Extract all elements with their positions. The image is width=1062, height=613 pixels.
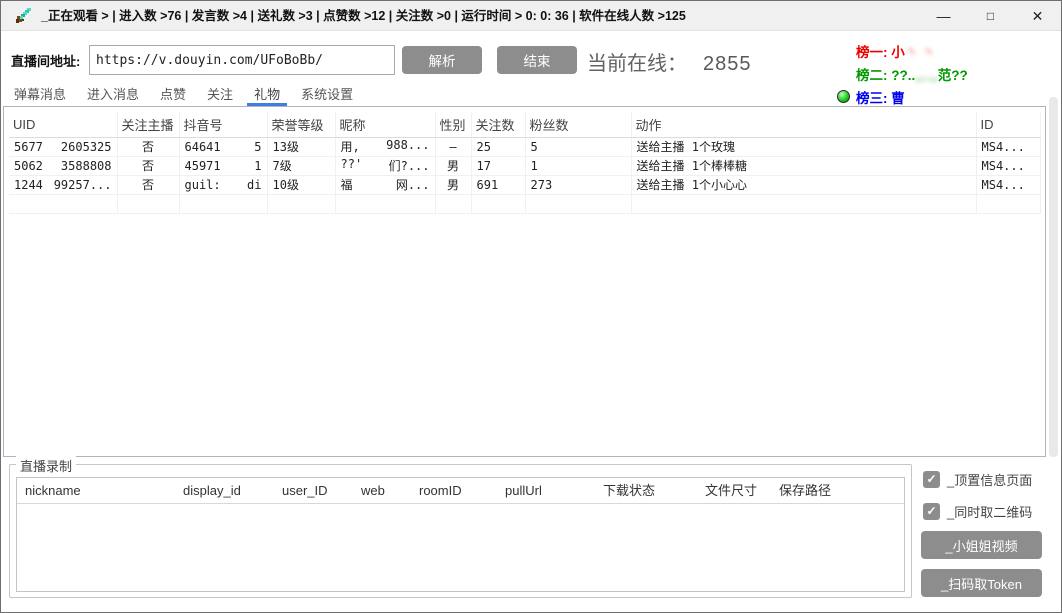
gift-cell: 福网...: [335, 175, 435, 194]
gift-cell: 691: [471, 175, 525, 194]
recording-table-header: nicknamedisplay_iduser_IDwebroomIDpullUr…: [17, 478, 904, 504]
tab-5[interactable]: 系统设置: [294, 85, 360, 106]
online-counter: 当前在线： 2855: [587, 47, 752, 76]
recording-column-header[interactable]: roomID: [411, 478, 497, 503]
option-label: _顶置信息页面: [947, 470, 1032, 489]
gift-cell: MS4...: [976, 156, 1040, 175]
recording-column-header[interactable]: 保存路径: [771, 478, 904, 503]
recording-column-header[interactable]: 下载状态: [595, 478, 697, 503]
online-count: 2855: [703, 53, 752, 75]
minimize-button[interactable]: —: [920, 1, 967, 31]
recording-group-label: 直播录制: [16, 456, 76, 475]
tab-0[interactable]: 弹幕消息: [7, 85, 73, 106]
tab-1[interactable]: 进入消息: [80, 85, 146, 106]
gift-cell: 13级: [267, 137, 335, 156]
gift-panel: UID关注主播抖音号荣誉等级昵称性别关注数粉丝数动作ID 56772605325…: [3, 106, 1046, 457]
rank-list: 榜一: 小丶 丶榜二: ??..,,..,,范??榜三: 曹: [856, 41, 968, 110]
gift-cell: 送给主播 1个棒棒糖: [631, 156, 976, 175]
gift-cell: 25: [471, 137, 525, 156]
gift-cell: 否: [117, 137, 179, 156]
recording-column-header[interactable]: nickname: [17, 478, 175, 503]
sword-icon: [14, 7, 33, 26]
recording-column-header[interactable]: web: [353, 478, 411, 503]
rank-2: 榜二: ??..,,..,,范??: [856, 64, 968, 87]
maximize-button[interactable]: □: [967, 1, 1014, 31]
checkbox-icon[interactable]: ✓: [923, 503, 940, 520]
gift-cell: 17: [471, 156, 525, 175]
column-header[interactable]: 动作: [631, 112, 976, 137]
recording-column-header[interactable]: pullUrl: [497, 478, 595, 503]
room-url-input[interactable]: [89, 45, 395, 75]
gift-cell: 10级: [267, 175, 335, 194]
gift-cell: –: [435, 137, 471, 156]
checkbox-icon[interactable]: ✓: [923, 471, 940, 488]
gift-cell: 7级: [267, 156, 335, 175]
column-header[interactable]: UID: [9, 112, 117, 137]
gift-cell: 送给主播 1个小心心: [631, 175, 976, 194]
column-header[interactable]: 关注数: [471, 112, 525, 137]
recording-column-header[interactable]: 文件尺寸: [697, 478, 771, 503]
gift-table-head-row: UID关注主播抖音号荣誉等级昵称性别关注数粉丝数动作ID: [9, 112, 1040, 137]
gift-row[interactable]: 124499257...否guil:di10级福网...男691273送给主播 …: [9, 175, 1040, 194]
gift-cell: 送给主播 1个玫瑰: [631, 137, 976, 156]
gift-cell: 1: [525, 156, 631, 175]
parse-button[interactable]: 解析: [402, 46, 482, 74]
gift-row[interactable]: 56772605325否64641513级用,988...–255送给主播 1个…: [9, 137, 1040, 156]
option-label: _同时取二维码: [947, 502, 1032, 521]
gift-cell: 5: [525, 137, 631, 156]
option-also-get-qrcode[interactable]: ✓ _同时取二维码: [923, 502, 1032, 521]
tab-2[interactable]: 点赞: [153, 85, 193, 106]
vertical-scrollbar[interactable]: [1049, 97, 1058, 457]
gift-cell: MS4...: [976, 137, 1040, 156]
gift-row[interactable]: 50623588808否4597117级??'们?...男171送给主播 1个棒…: [9, 156, 1040, 175]
room-url-label: 直播间地址:: [11, 51, 80, 70]
rank-1: 榜一: 小丶 丶: [856, 41, 968, 64]
gift-cell: 用,988...: [335, 137, 435, 156]
column-header[interactable]: 荣誉等级: [267, 112, 335, 137]
gift-cell: 124499257...: [9, 175, 117, 194]
gift-cell: guil:di: [179, 175, 267, 194]
close-button[interactable]: ✕: [1014, 1, 1061, 31]
title-bar: _正在观看 > | 进入数 >76 | 发言数 >4 | 送礼数 >3 | 点赞…: [1, 1, 1061, 31]
tab-3[interactable]: 关注: [200, 85, 240, 106]
gift-cell: 50623588808: [9, 156, 117, 175]
column-header[interactable]: 关注主播: [117, 112, 179, 137]
end-button[interactable]: 结束: [497, 46, 577, 74]
tab-strip: 弹幕消息进入消息点赞关注礼物系统设置: [7, 85, 367, 106]
gift-cell: 459711: [179, 156, 267, 175]
column-header[interactable]: ID: [976, 112, 1040, 137]
column-header[interactable]: 粉丝数: [525, 112, 631, 137]
gift-cell: 男: [435, 156, 471, 175]
gift-cell: MS4...: [976, 175, 1040, 194]
recording-table: nicknamedisplay_iduser_IDwebroomIDpullUr…: [16, 477, 905, 592]
column-header[interactable]: 性别: [435, 112, 471, 137]
gift-cell: 273: [525, 175, 631, 194]
girl-video-button[interactable]: _小姐姐视频: [921, 531, 1042, 559]
gift-cell: 646415: [179, 137, 267, 156]
empty-row: [9, 194, 1040, 213]
gift-cell: 56772605325: [9, 137, 117, 156]
column-header[interactable]: 抖音号: [179, 112, 267, 137]
column-header[interactable]: 昵称: [335, 112, 435, 137]
gift-cell: 否: [117, 175, 179, 194]
recording-column-header[interactable]: display_id: [175, 478, 274, 503]
gift-table-body: 56772605325否64641513级用,988...–255送给主播 1个…: [9, 137, 1040, 213]
gift-cell: 男: [435, 175, 471, 194]
app-window: _正在观看 > | 进入数 >76 | 发言数 >4 | 送礼数 >3 | 点赞…: [0, 0, 1062, 613]
window-title: _正在观看 > | 进入数 >76 | 发言数 >4 | 送礼数 >3 | 点赞…: [41, 1, 686, 31]
recording-column-header[interactable]: user_ID: [274, 478, 353, 503]
recording-groupbox: 直播录制 nicknamedisplay_iduser_IDwebroomIDp…: [9, 464, 912, 598]
gift-cell: 否: [117, 156, 179, 175]
tab-4[interactable]: 礼物: [247, 85, 287, 106]
status-ball-icon: [837, 90, 850, 103]
online-label: 当前在线：: [587, 53, 687, 75]
gift-table: UID关注主播抖音号荣誉等级昵称性别关注数粉丝数动作ID 56772605325…: [9, 112, 1041, 214]
scan-token-button[interactable]: _扫码取Token: [921, 569, 1042, 597]
gift-cell: ??'们?...: [335, 156, 435, 175]
option-pin-info-page[interactable]: ✓ _顶置信息页面: [923, 470, 1032, 489]
